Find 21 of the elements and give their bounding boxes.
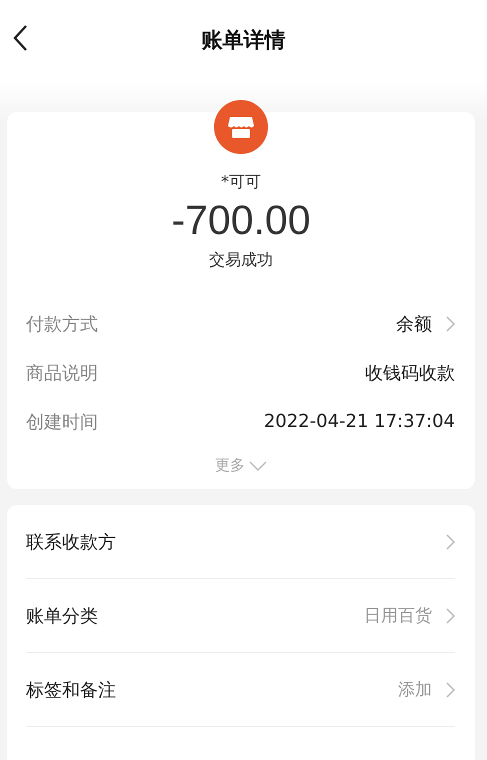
detail-label: 付款方式 — [26, 312, 99, 336]
action-label[interactable]: 账单分类 — [26, 604, 364, 628]
detail-label: 创建时间 — [26, 410, 99, 434]
amount: -700.00 — [171, 197, 311, 244]
action-label[interactable]: 联系收款方 — [26, 530, 446, 554]
action-value: 日用百货 — [364, 605, 432, 627]
action-value: 添加 — [398, 679, 432, 701]
action-label[interactable]: 标签和备注 — [26, 678, 398, 702]
chevron-right-icon[interactable] — [446, 534, 455, 550]
transaction-status: 交易成功 — [209, 250, 273, 271]
chevron-right-icon[interactable] — [446, 316, 455, 332]
chevron-right-icon[interactable] — [446, 608, 455, 624]
page-title: 账单详情 — [202, 27, 286, 54]
detail-value: 2022-04-21 17:37:04 — [264, 411, 455, 432]
back-icon[interactable] — [12, 24, 28, 52]
chevron-right-icon[interactable] — [446, 682, 455, 698]
detail-value: 收钱码收款 — [365, 362, 455, 384]
chevron-down-icon[interactable] — [249, 460, 267, 470]
detail-label: 商品说明 — [26, 362, 99, 384]
detail-value[interactable]: 余额 — [396, 312, 432, 336]
counterparty-name: *可可 — [221, 172, 261, 193]
